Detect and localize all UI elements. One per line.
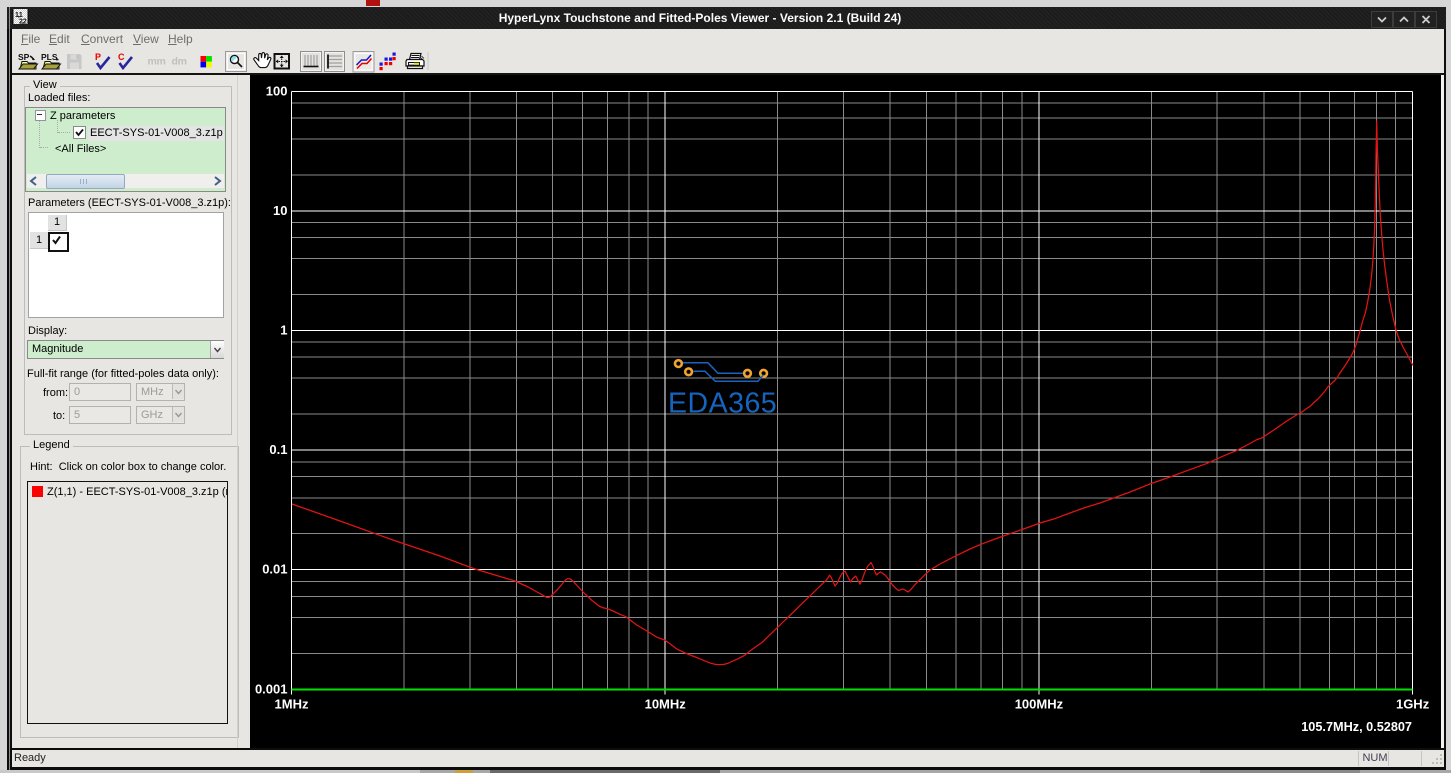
svg-text:1: 1 bbox=[280, 323, 287, 338]
svg-text:0.01: 0.01 bbox=[262, 562, 287, 577]
svg-text:EDA365: EDA365 bbox=[668, 388, 777, 420]
svg-text:100MHz: 100MHz bbox=[1015, 696, 1064, 711]
svg-text:0.1: 0.1 bbox=[269, 442, 287, 457]
svg-text:100: 100 bbox=[266, 84, 288, 99]
svg-text:10MHz: 10MHz bbox=[645, 696, 687, 711]
svg-text:1GHz: 1GHz bbox=[1396, 696, 1430, 711]
svg-text:1MHz: 1MHz bbox=[275, 696, 309, 711]
svg-text:C: C bbox=[118, 52, 125, 62]
svg-text:PLS: PLS bbox=[41, 52, 58, 62]
svg-text:SP: SP bbox=[18, 52, 30, 62]
svg-text:105.7MHz, 0.52807: 105.7MHz, 0.52807 bbox=[1301, 720, 1412, 734]
svg-text:dm: dm bbox=[172, 56, 187, 68]
svg-text:0.001: 0.001 bbox=[255, 681, 288, 696]
svg-text:10: 10 bbox=[273, 203, 287, 218]
svg-text:P: P bbox=[95, 52, 101, 62]
svg-text:mm: mm bbox=[148, 56, 166, 68]
